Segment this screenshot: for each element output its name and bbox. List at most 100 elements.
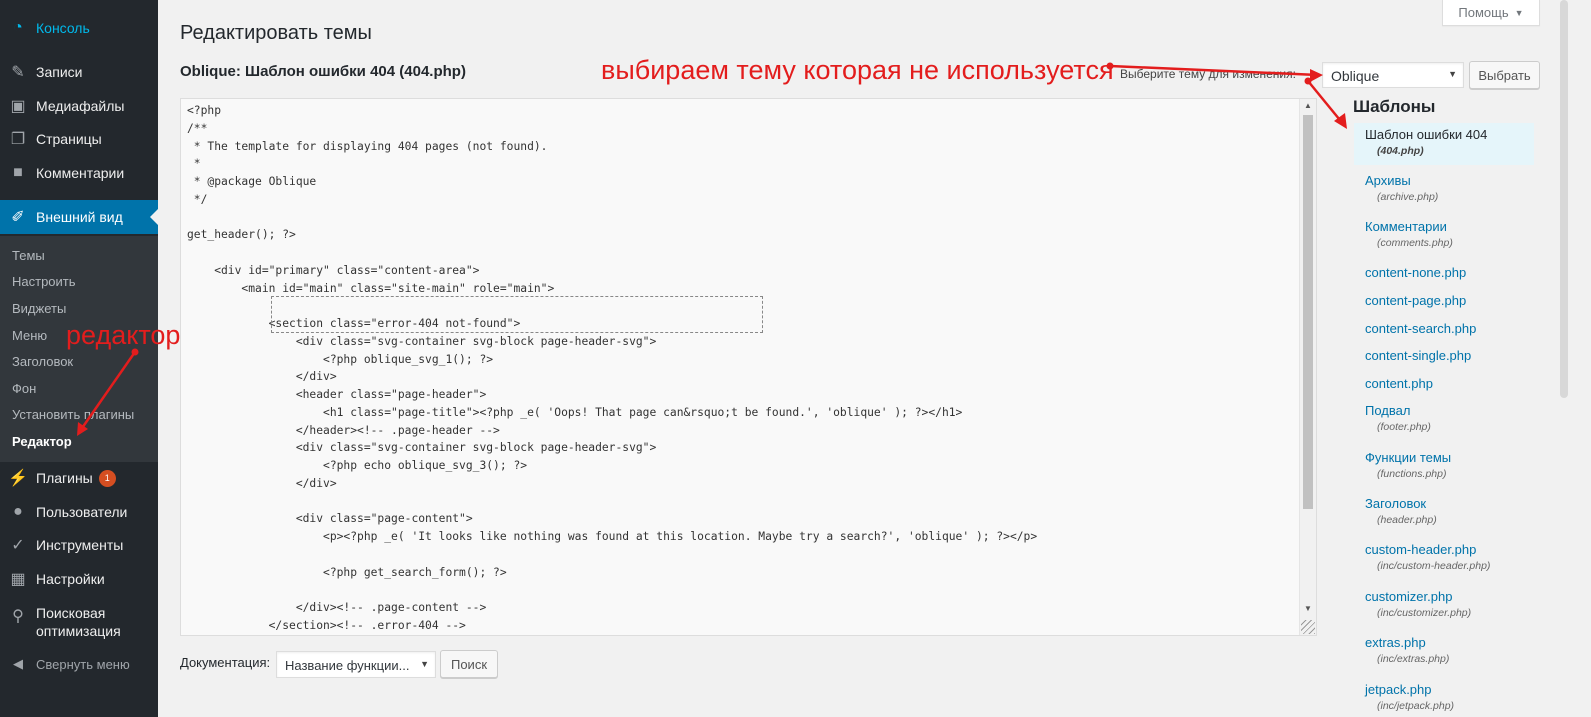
menu-item-tools[interactable]: ✓ Инструменты [0, 528, 158, 562]
template-item[interactable]: Подвал (footer.php) [1354, 403, 1534, 433]
code-line[interactable]: </div> [187, 368, 1037, 386]
template-name[interactable]: Архивы [1365, 173, 1534, 188]
menu-item-label: Внешний вид [36, 209, 123, 225]
menu-item-seo[interactable]: ⚲ Поисковая оптимизация [0, 604, 158, 648]
menu-item-appearance[interactable]: ✐ Внешний вид [0, 200, 158, 234]
template-item[interactable]: content.php [1354, 376, 1534, 391]
theme-select[interactable]: Oblique ▼ [1322, 62, 1464, 88]
template-item[interactable]: content-single.php [1354, 348, 1534, 363]
menu-item-users[interactable]: ● Пользователи [0, 495, 158, 529]
template-item[interactable]: Комментарии (comments.php) [1354, 219, 1534, 249]
scrollbar-thumb[interactable] [1303, 115, 1313, 509]
template-item[interactable]: content-page.php [1354, 293, 1534, 308]
update-count-badge: 1 [98, 469, 116, 487]
code-line[interactable]: get_header(); ?> [187, 226, 1037, 244]
template-name[interactable]: customizer.php [1365, 589, 1534, 604]
menu-item-comments[interactable]: ■ Комментарии [0, 156, 158, 190]
template-filename: (404.php) [1377, 145, 1424, 157]
theme-select-value: Oblique [1331, 68, 1380, 84]
code-line[interactable]: </div><!-- .page-content --> [187, 599, 1037, 617]
template-item[interactable]: Заголовок (header.php) [1354, 496, 1534, 526]
select-theme-button[interactable]: Выбрать [1469, 61, 1540, 89]
template-name[interactable]: extras.php [1365, 635, 1534, 650]
help-tab-button[interactable]: Помощь ▼ [1442, 0, 1540, 26]
template-name[interactable]: Заголовок [1365, 496, 1534, 511]
template-name[interactable]: Функции темы [1365, 450, 1534, 465]
template-name[interactable]: content-page.php [1365, 293, 1534, 308]
code-line[interactable]: </section><!-- .error-404 --> [187, 617, 1037, 635]
code-line[interactable]: <main id="main" class="site-main" role="… [187, 280, 1037, 298]
menu-item-settings[interactable]: ▦ Настройки [0, 562, 158, 596]
template-name[interactable]: content-single.php [1365, 348, 1534, 363]
code-line[interactable] [187, 209, 1037, 227]
menu-item-media[interactable]: ▣ Медиафайлы [0, 89, 158, 123]
template-item[interactable]: Шаблон ошибки 404 (404.php) [1354, 123, 1534, 165]
template-item[interactable]: Функции темы (functions.php) [1354, 450, 1534, 480]
submenu-item-customize[interactable]: Настроить [12, 274, 76, 289]
function-name-select[interactable]: Название функции... ▼ [276, 651, 436, 678]
editor-scrollbar[interactable]: ▲ ▼ [1299, 99, 1316, 635]
documentation-label: Документация: [180, 655, 271, 670]
menu-item-label: Плагины [36, 470, 93, 486]
template-name[interactable]: content-none.php [1365, 265, 1534, 280]
code-content[interactable]: <?php/** * The template for displaying 4… [187, 102, 1037, 635]
code-line[interactable]: <h1 class="page-title"><?php _e( 'Oops! … [187, 404, 1037, 422]
lookup-button[interactable]: Поиск [440, 650, 498, 678]
template-name[interactable]: Комментарии [1365, 219, 1534, 234]
code-line[interactable]: * [187, 155, 1037, 173]
resize-handle[interactable] [1301, 620, 1315, 634]
code-line[interactable] [187, 581, 1037, 599]
code-line[interactable]: <?php oblique_svg_1(); ?> [187, 351, 1037, 369]
collapse-menu-button[interactable]: ◀ Свернуть меню [0, 650, 158, 678]
scroll-up-icon[interactable]: ▲ [1304, 101, 1312, 110]
code-line[interactable]: /** [187, 120, 1037, 138]
template-item[interactable]: content-search.php [1354, 321, 1534, 336]
code-line[interactable] [187, 546, 1037, 564]
submenu-item-editor[interactable]: Редактор [12, 434, 72, 449]
code-line[interactable] [187, 244, 1037, 262]
template-item[interactable]: extras.php (inc/extras.php) [1354, 635, 1534, 665]
template-item[interactable]: jetpack.php (inc/jetpack.php) [1354, 682, 1534, 712]
code-line[interactable]: </div> [187, 475, 1037, 493]
template-item[interactable]: Архивы (archive.php) [1354, 173, 1534, 203]
submenu-item-themes[interactable]: Темы [12, 248, 45, 263]
template-name[interactable]: content.php [1365, 376, 1534, 391]
template-item[interactable]: content-none.php [1354, 265, 1534, 280]
menu-item-pages[interactable]: ❐ Страницы [0, 122, 158, 156]
page-title: Редактировать темы [180, 22, 372, 44]
page-scrollbar[interactable] [1560, 0, 1568, 398]
code-line[interactable]: */ [187, 191, 1037, 209]
code-line[interactable]: <?php get_search_form(); ?> [187, 564, 1037, 582]
template-item[interactable]: custom-header.php (inc/custom-header.php) [1354, 542, 1534, 572]
code-line[interactable]: <div class="svg-container svg-block page… [187, 333, 1037, 351]
code-line[interactable]: * @package Oblique [187, 173, 1037, 191]
code-line[interactable]: </header><!-- .page-header --> [187, 422, 1037, 440]
template-name[interactable]: Шаблон ошибки 404 [1365, 127, 1534, 142]
code-line[interactable]: <?php [187, 102, 1037, 120]
code-line[interactable]: <p><?php _e( 'It looks like nothing was … [187, 528, 1037, 546]
menu-item-plugins[interactable]: ⚡ Плагины 1 [0, 461, 158, 495]
code-line[interactable] [187, 493, 1037, 511]
code-line[interactable]: <div id="primary" class="content-area"> [187, 262, 1037, 280]
template-name[interactable]: custom-header.php [1365, 542, 1534, 557]
code-line[interactable]: <?php echo oblique_svg_3(); ?> [187, 457, 1037, 475]
template-filename: (inc/custom-header.php) [1377, 560, 1491, 572]
submenu-item-install-plugins[interactable]: Установить плагины [12, 407, 134, 422]
menu-item-label: Консоль [36, 20, 90, 36]
code-line[interactable]: <div class="page-content"> [187, 510, 1037, 528]
submenu-item-background[interactable]: Фон [12, 381, 36, 396]
template-name[interactable]: jetpack.php [1365, 682, 1534, 697]
code-line[interactable]: * The template for displaying 404 pages … [187, 138, 1037, 156]
submenu-item-header[interactable]: Заголовок [12, 354, 73, 369]
submenu-item-widgets[interactable]: Виджеты [12, 301, 66, 316]
template-name[interactable]: content-search.php [1365, 321, 1534, 336]
template-name[interactable]: Подвал [1365, 403, 1534, 418]
menu-item-posts[interactable]: ✎ Записи [0, 55, 158, 89]
menu-item-dashboard[interactable]: ◔ Консоль [0, 11, 158, 45]
submenu-item-menus[interactable]: Меню [12, 328, 47, 343]
scroll-down-icon[interactable]: ▼ [1304, 604, 1312, 613]
code-line[interactable]: <div class="svg-container svg-block page… [187, 439, 1037, 457]
code-editor[interactable]: <?php/** * The template for displaying 4… [180, 98, 1317, 636]
code-line[interactable]: <header class="page-header"> [187, 386, 1037, 404]
template-item[interactable]: customizer.php (inc/customizer.php) [1354, 589, 1534, 619]
